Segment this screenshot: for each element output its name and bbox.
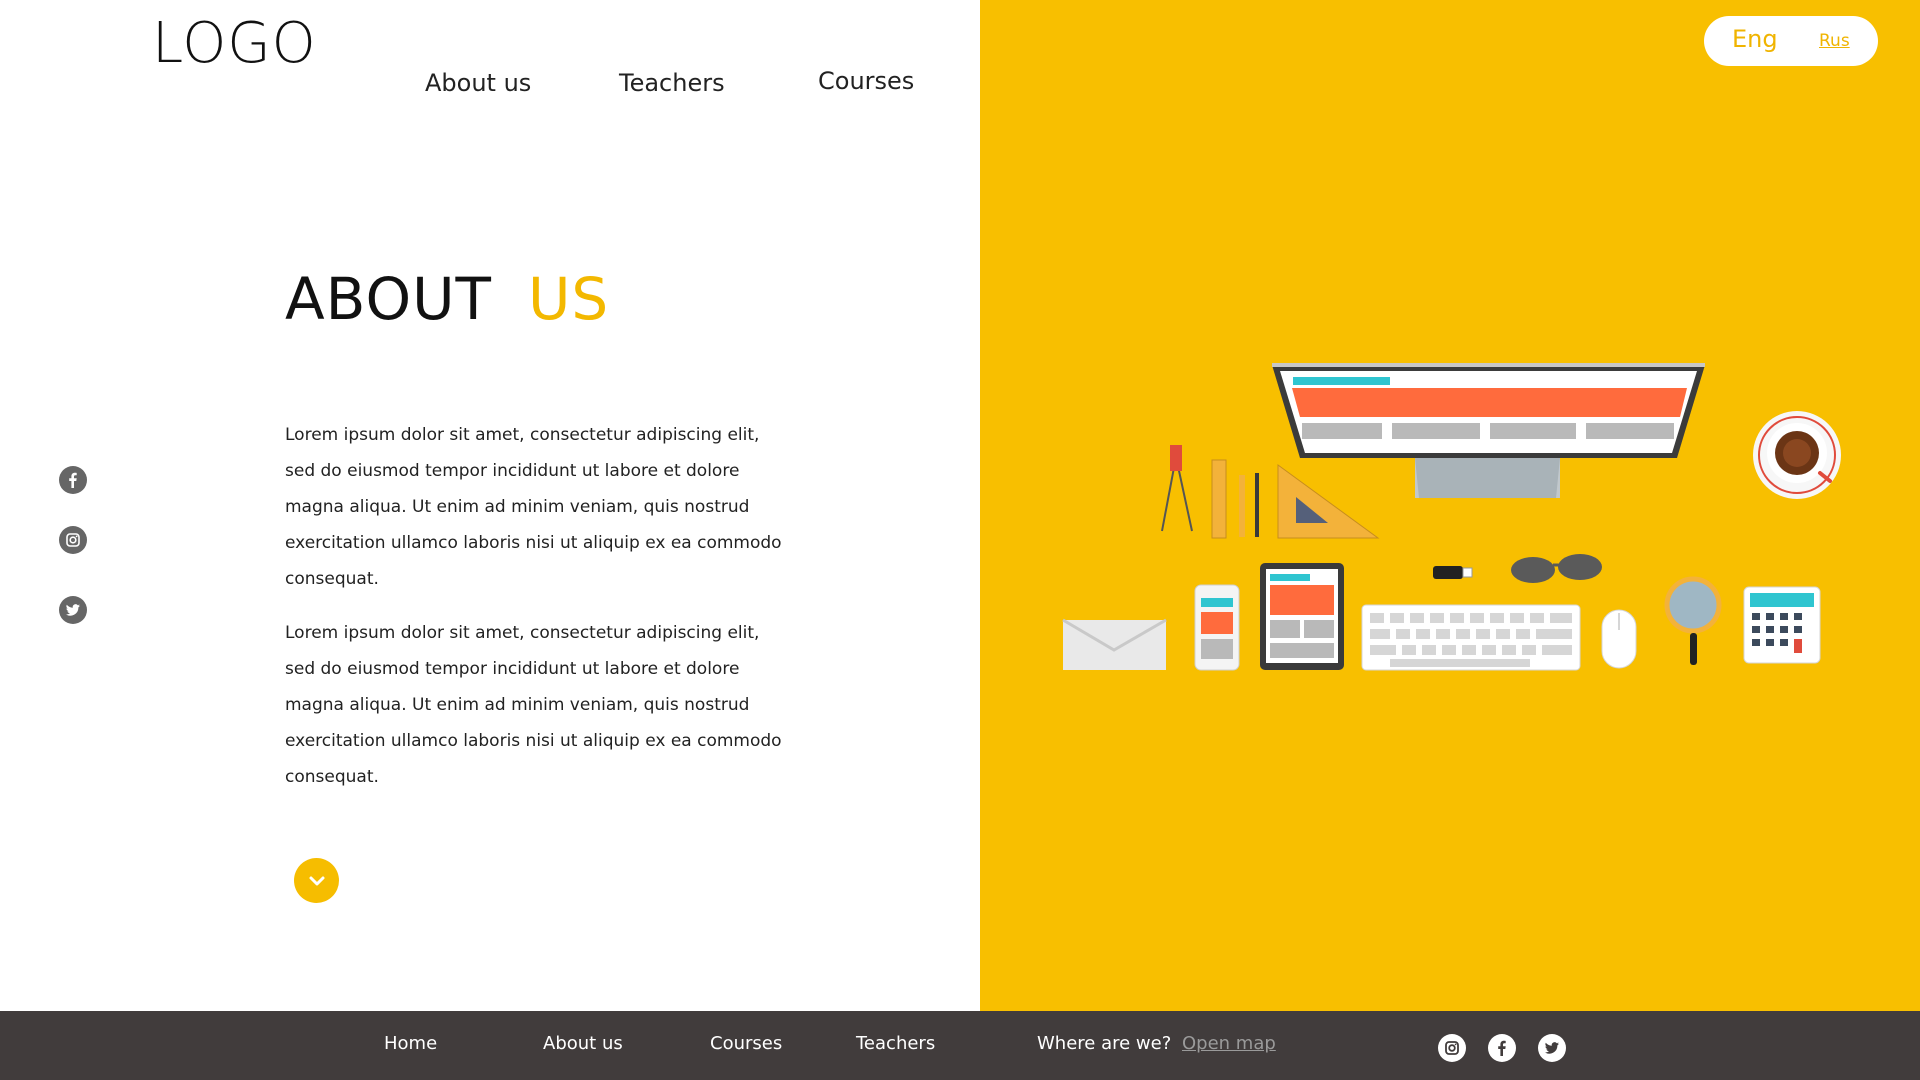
side-facebook-icon[interactable] <box>59 466 87 494</box>
envelope-illustration <box>1062 618 1167 670</box>
phone-illustration <box>1194 584 1240 671</box>
lang-eng-button[interactable]: Eng <box>1732 25 1778 53</box>
side-twitter-icon[interactable] <box>59 596 87 624</box>
title-about: ABOUT <box>285 265 492 333</box>
tablet-illustration <box>1260 563 1344 670</box>
facebook-icon <box>69 472 77 488</box>
drawing-tools-illustration <box>1161 445 1380 539</box>
magnifier-illustration <box>1664 576 1722 665</box>
title-us: US <box>527 265 610 333</box>
footer-link-courses[interactable]: Courses <box>710 1033 782 1054</box>
footer: Home About us Courses Teachers Where are… <box>0 1011 1920 1080</box>
chevron-down-icon <box>309 876 324 885</box>
scroll-down-button[interactable] <box>294 858 339 903</box>
instagram-icon <box>1445 1041 1459 1055</box>
about-paragraph-2: Lorem ipsum dolor sit amet, consectetur … <box>285 623 782 787</box>
footer-instagram-icon[interactable] <box>1438 1034 1466 1062</box>
keyboard-illustration <box>1361 604 1581 671</box>
facebook-icon <box>1498 1040 1506 1056</box>
twitter-icon <box>65 604 80 616</box>
lang-rus-link[interactable]: Rus <box>1819 31 1850 51</box>
about-paragraph-1: Lorem ipsum dolor sit amet, consectetur … <box>285 425 782 589</box>
calculator-illustration <box>1743 586 1821 664</box>
footer-facebook-icon[interactable] <box>1488 1034 1516 1062</box>
side-instagram-icon[interactable] <box>59 526 87 554</box>
footer-link-about-us[interactable]: About us <box>543 1033 623 1054</box>
sunglasses-illustration <box>1511 554 1602 583</box>
logo[interactable]: LOGO <box>152 16 317 72</box>
coffee-cup-illustration <box>1753 411 1841 499</box>
nav-about-us[interactable]: About us <box>425 69 531 97</box>
instagram-icon <box>66 533 80 547</box>
workspace-illustration <box>1062 363 1841 671</box>
mouse-illustration <box>1601 609 1637 669</box>
monitor-illustration <box>1272 363 1705 498</box>
footer-link-home[interactable]: Home <box>384 1033 437 1054</box>
twitter-icon <box>1544 1042 1559 1054</box>
nav-courses[interactable]: Courses <box>818 67 914 95</box>
usb-stick-illustration <box>1433 566 1473 579</box>
language-switcher: Eng Rus <box>1704 16 1878 66</box>
page-title: ABOUT US <box>285 270 609 328</box>
footer-where-label: Where are we? <box>1037 1033 1172 1054</box>
footer-twitter-icon[interactable] <box>1538 1034 1566 1062</box>
footer-open-map-link[interactable]: Open map <box>1182 1033 1276 1054</box>
nav-teachers[interactable]: Teachers <box>619 69 725 97</box>
footer-link-teachers[interactable]: Teachers <box>856 1033 935 1054</box>
